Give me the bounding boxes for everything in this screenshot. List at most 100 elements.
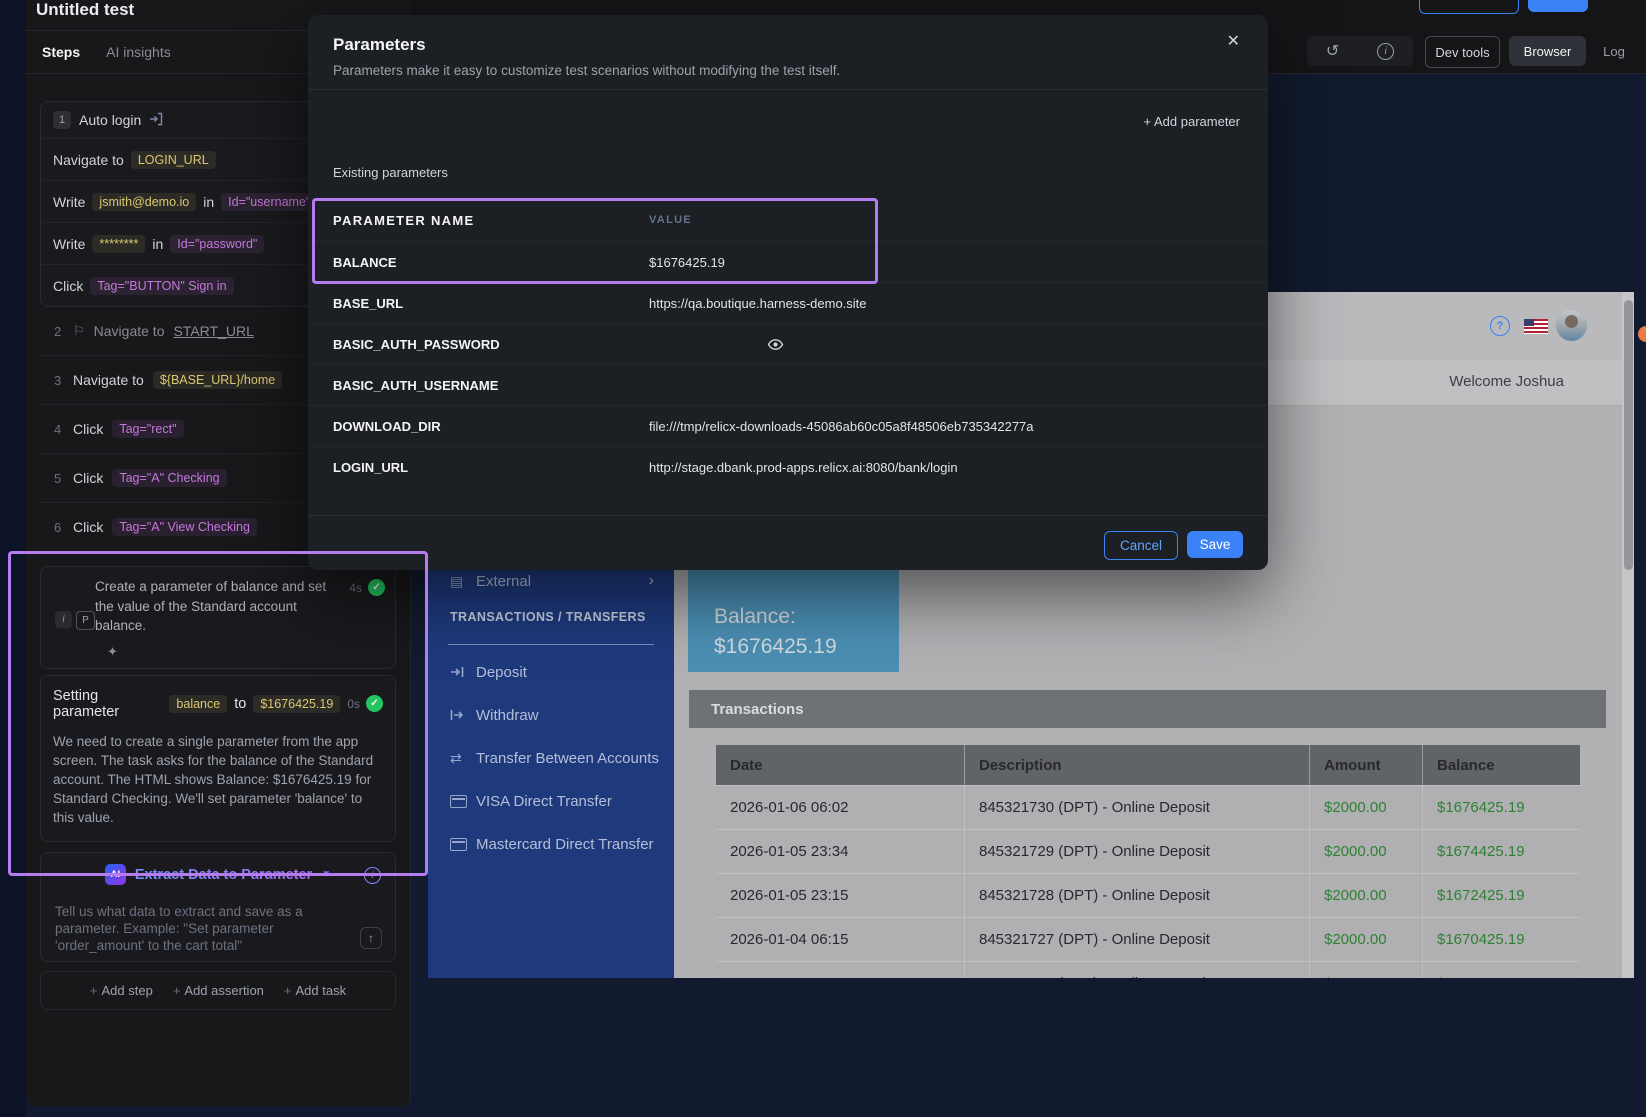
- table-row: 2026-01-05 23:34 845321729 (DPT) - Onlin…: [716, 829, 1580, 873]
- param-name-chip: balance: [169, 695, 227, 713]
- parameter-row-download-dir[interactable]: DOWNLOAD_DIR file:///tmp/relicx-download…: [308, 405, 1268, 446]
- top-outlined-button-clipped[interactable]: [1419, 0, 1519, 14]
- ai-badge-icon: AI: [105, 864, 126, 885]
- add-step-button[interactable]: +Add step: [90, 983, 153, 998]
- add-actions-row: +Add step +Add assertion +Add task: [40, 971, 396, 1010]
- sidebar-item-mastercard-transfer[interactable]: Mastercard Direct Transfer: [428, 827, 674, 861]
- withdraw-icon: [450, 709, 476, 721]
- value-chip: jsmith@demo.io: [92, 193, 196, 211]
- agent-task-card[interactable]: i P Create a parameter of balance and se…: [40, 566, 396, 669]
- col-balance: Balance: [1423, 745, 1580, 785]
- deposit-icon: [450, 666, 476, 678]
- browser-controls: ↺ i: [1307, 36, 1413, 66]
- balance-box: Balance: $1676425.19: [688, 554, 899, 672]
- setting-explanation: We need to create a single parameter fro…: [53, 732, 385, 827]
- close-icon[interactable]: ✕: [1227, 31, 1240, 51]
- parameter-row-basic-auth-password[interactable]: BASIC_AUTH_PASSWORD: [308, 323, 1268, 364]
- selector-chip: Tag="A" Checking: [112, 469, 226, 487]
- info-icon[interactable]: i: [1377, 43, 1394, 60]
- tab-ai-insights[interactable]: AI insights: [106, 44, 171, 60]
- flag-icon: ⚐: [73, 323, 85, 339]
- col-value: VALUE: [649, 214, 692, 226]
- balance-value: $1676425.19: [714, 632, 899, 662]
- param-value-chip: $1676425.19: [253, 695, 340, 713]
- duration-label: 0s: [347, 697, 360, 711]
- transactions-header-bar: Transactions: [689, 690, 1606, 728]
- selector-chip: Id="password": [170, 235, 264, 253]
- start-url-link[interactable]: START_URL: [173, 323, 253, 339]
- sidebar-item-deposit[interactable]: Deposit: [428, 655, 674, 689]
- info-icon[interactable]: i: [364, 867, 381, 884]
- sidebar-item-withdraw[interactable]: Withdraw: [428, 698, 674, 732]
- modal-subtitle: Parameters make it easy to customize tes…: [333, 63, 840, 78]
- parameter-row-balance[interactable]: BALANCE $1676425.19: [308, 241, 1268, 282]
- add-parameter-button[interactable]: + Add parameter: [1144, 114, 1240, 129]
- balance-label: Balance:: [714, 602, 899, 632]
- modal-footer: Cancel Save: [308, 515, 1268, 571]
- col-amount: Amount: [1310, 745, 1423, 785]
- selector-chip: Tag="rect": [112, 420, 183, 438]
- tab-log[interactable]: Log: [1591, 36, 1637, 66]
- help-icon[interactable]: ?: [1490, 316, 1510, 336]
- setting-parameter-card[interactable]: Setting parameter balance to $1676425.19…: [40, 675, 396, 842]
- sidebar-divider: [448, 644, 654, 645]
- add-assertion-button[interactable]: +Add assertion: [173, 983, 264, 998]
- eye-icon[interactable]: [767, 338, 784, 351]
- add-task-button[interactable]: +Add task: [284, 983, 346, 998]
- tab-steps[interactable]: Steps: [42, 44, 80, 60]
- dev-tools-button[interactable]: Dev tools: [1425, 36, 1500, 68]
- extract-data-card: AI Extract Data to Parameter ▼ i ↑: [40, 852, 396, 962]
- table-row: 2026-01-06 06:02 845321730 (DPT) - Onlin…: [716, 785, 1580, 829]
- avatar[interactable]: [1556, 310, 1587, 341]
- scrollbar-track[interactable]: [1622, 292, 1634, 978]
- scrollbar-thumb[interactable]: [1624, 300, 1633, 570]
- visa-card-icon: [450, 795, 476, 808]
- sidebar-item-visa-transfer[interactable]: VISA Direct Transfer: [428, 784, 674, 818]
- refresh-icon[interactable]: ↺: [1326, 41, 1339, 61]
- transactions-table: Date Description Amount Balance 2026-01-…: [716, 745, 1580, 978]
- chevron-down-icon[interactable]: ▼: [321, 869, 331, 880]
- tab-browser[interactable]: Browser: [1509, 36, 1586, 66]
- col-description: Description: [965, 745, 1310, 785]
- existing-parameters-label: Existing parameters: [333, 165, 448, 180]
- step-number-badge: 1: [53, 111, 71, 129]
- left-edge-strip: [0, 0, 26, 1117]
- app-root: ↺ i Dev tools Browser Log ▤ External › T…: [0, 0, 1646, 1117]
- extract-data-label: Extract Data to Parameter: [135, 867, 312, 883]
- success-check-icon: ✓: [366, 695, 383, 712]
- transfer-shuffle-icon: ⇄: [450, 750, 476, 767]
- col-parameter-name: PARAMETER NAME: [308, 213, 649, 228]
- table-row: 2026-01-04 06:15 845321727 (DPT) - Onlin…: [716, 917, 1580, 961]
- transactions-title: Transactions: [711, 701, 804, 718]
- sidebar-item-transfer[interactable]: ⇄ Transfer Between Accounts: [428, 741, 674, 775]
- mastercard-icon: [450, 838, 476, 851]
- save-button[interactable]: Save: [1187, 531, 1243, 558]
- sidebar-section-title: TRANSACTIONS / TRANSFERS: [450, 610, 646, 624]
- table-row: 2026-01-05 23:15 845321728 (DPT) - Onlin…: [716, 873, 1580, 917]
- col-date: Date: [716, 745, 965, 785]
- parameters-table: PARAMETER NAME VALUE BALANCE $1676425.19…: [308, 199, 1268, 487]
- extract-instruction-input[interactable]: [53, 901, 357, 959]
- parameter-row-base-url[interactable]: BASE_URL https://qa.boutique.harness-dem…: [308, 282, 1268, 323]
- parameter-row-basic-auth-username[interactable]: BASIC_AUTH_USERNAME: [308, 364, 1268, 405]
- parameter-row-login-url[interactable]: LOGIN_URL http://stage.dbank.prod-apps.r…: [308, 446, 1268, 487]
- us-flag-icon[interactable]: [1524, 319, 1548, 334]
- table-header-row: Date Description Amount Balance: [716, 745, 1580, 785]
- sparkle-icon: ✦: [107, 644, 383, 660]
- extract-data-header[interactable]: AI Extract Data to Parameter ▼ i: [41, 853, 395, 897]
- login-icon: [149, 112, 163, 129]
- parameters-modal: Parameters Parameters make it easy to cu…: [308, 15, 1268, 570]
- agent-task-text: Create a parameter of balance and set th…: [95, 577, 327, 636]
- external-icon: ▤: [450, 573, 476, 590]
- value-chip: ********: [92, 235, 145, 253]
- top-primary-button-clipped[interactable]: [1528, 0, 1588, 12]
- duration-label: 4s: [349, 581, 362, 595]
- cancel-button[interactable]: Cancel: [1104, 531, 1178, 560]
- setting-label: Setting parameter: [53, 688, 162, 720]
- welcome-text: Welcome Joshua: [1449, 373, 1564, 390]
- submit-arrow-button[interactable]: ↑: [360, 927, 382, 949]
- orange-indicator-dot: [1638, 326, 1646, 342]
- selector-chip: Tag="A" View Checking: [112, 518, 257, 536]
- selector-chip: Id="username": [221, 193, 317, 211]
- param-chip: ${BASE_URL}/home: [153, 371, 282, 389]
